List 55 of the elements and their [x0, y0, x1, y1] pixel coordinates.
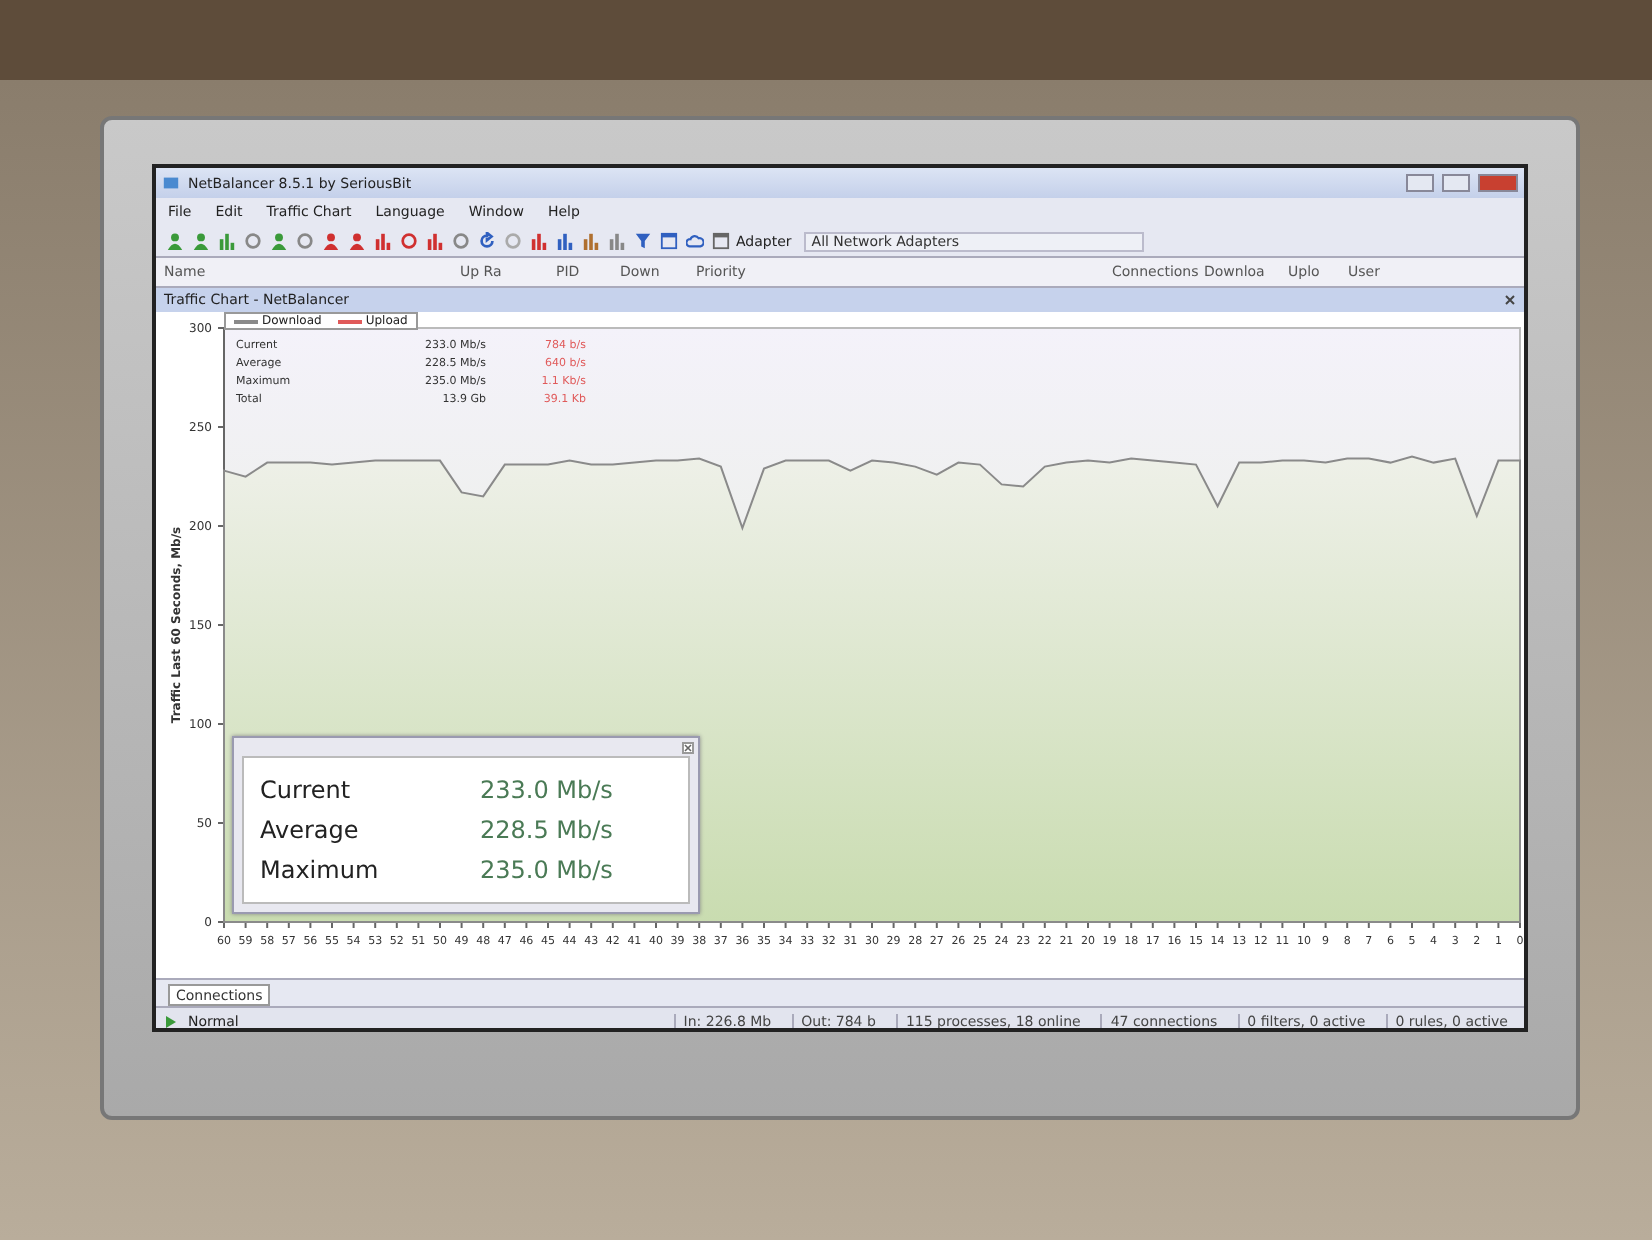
- toolbar-button[interactable]: [450, 230, 472, 252]
- bars-icon: [582, 232, 600, 250]
- toolbar-button[interactable]: [164, 230, 186, 252]
- toolbar-button[interactable]: [528, 230, 550, 252]
- toolbar-button[interactable]: [294, 230, 316, 252]
- window-icon: [660, 232, 678, 250]
- app-icon: [162, 174, 180, 192]
- bars-icon: [608, 232, 626, 250]
- circle-icon: [452, 232, 470, 250]
- toolbar-button[interactable]: [372, 230, 394, 252]
- popup-value: 233.0 Mb/s: [480, 776, 615, 804]
- person-icon: [192, 232, 210, 250]
- person-icon: [322, 232, 340, 250]
- person-icon: [348, 232, 366, 250]
- bars-icon: [530, 232, 548, 250]
- window-icon: [712, 232, 730, 250]
- close-icon[interactable]: [682, 741, 694, 753]
- bars-icon: [426, 232, 444, 250]
- toolbar-button[interactable]: [632, 230, 654, 252]
- bars-icon: [218, 232, 236, 250]
- minimize-button[interactable]: [1406, 174, 1434, 192]
- refresh-icon: [478, 232, 496, 250]
- toolbar-button[interactable]: [606, 230, 628, 252]
- circle-icon: [244, 232, 262, 250]
- toolbar-button[interactable]: [216, 230, 238, 252]
- toolbar-button[interactable]: [398, 230, 420, 252]
- popup-label: Average: [260, 816, 361, 844]
- toolbar-button[interactable]: [190, 230, 212, 252]
- toolbar-button[interactable]: [658, 230, 680, 252]
- bars-icon: [556, 232, 574, 250]
- toolbar-button[interactable]: [424, 230, 446, 252]
- toolbar-button[interactable]: [554, 230, 576, 252]
- popup-label: Current: [260, 776, 353, 804]
- toolbar-button[interactable]: [476, 230, 498, 252]
- toolbar-button[interactable]: [268, 230, 290, 252]
- bars-icon: [374, 232, 392, 250]
- circle-icon: [400, 232, 418, 250]
- popup-value: 228.5 Mb/s: [480, 816, 615, 844]
- play-icon: [164, 1016, 176, 1028]
- popup-value: 235.0 Mb/s: [480, 856, 615, 884]
- toolbar-button[interactable]: [710, 230, 732, 252]
- circle-icon: [504, 232, 522, 250]
- popup-label: Maximum: [260, 856, 381, 884]
- toolbar-button[interactable]: [346, 230, 368, 252]
- toolbar-button[interactable]: [320, 230, 342, 252]
- maximize-button[interactable]: [1442, 174, 1470, 192]
- circle-icon: [296, 232, 314, 250]
- cloud-icon: [686, 232, 704, 250]
- close-icon[interactable]: [1504, 294, 1516, 306]
- person-icon: [270, 232, 288, 250]
- toolbar-button[interactable]: [580, 230, 602, 252]
- filter-icon: [634, 232, 652, 250]
- toolbar-button[interactable]: [242, 230, 264, 252]
- person-icon: [166, 232, 184, 250]
- toolbar-button[interactable]: [684, 230, 706, 252]
